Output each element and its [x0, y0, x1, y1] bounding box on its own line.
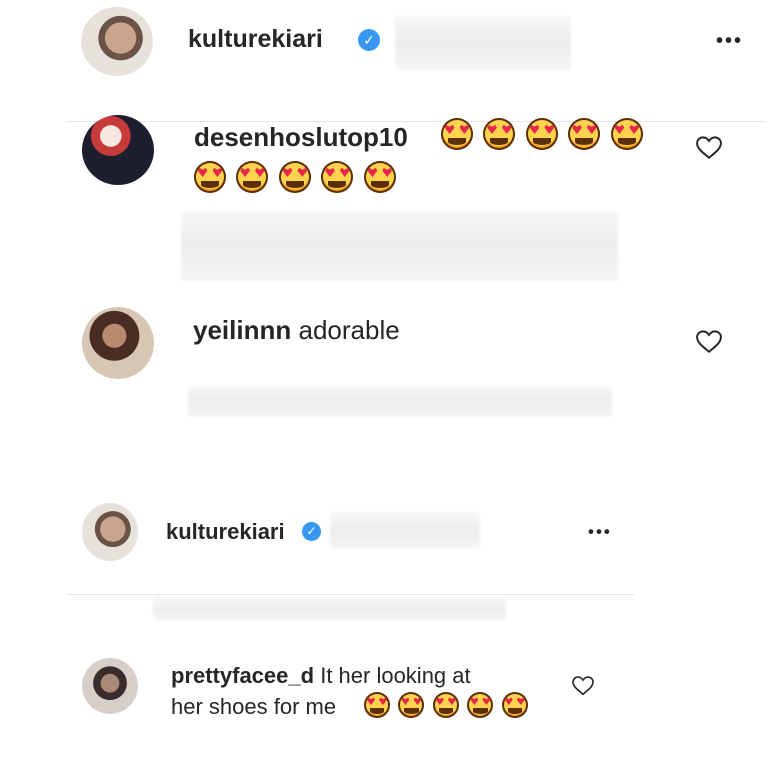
- avatar[interactable]: [81, 7, 153, 76]
- divider: [66, 594, 634, 595]
- comment-text: her shoes for me: [171, 694, 337, 719]
- heart-eyes-emoji: [321, 161, 354, 193]
- heart-outline-icon[interactable]: [696, 330, 722, 354]
- verified-check-icon: ✓: [358, 29, 380, 51]
- comment-username[interactable]: desenhoslutop10: [194, 122, 408, 153]
- comment-text-line: prettyfacee_d It her looking at: [171, 663, 471, 689]
- post-username[interactable]: kulturekiari: [166, 519, 285, 545]
- heart-eyes-emoji: [432, 692, 459, 718]
- comment-text-line: yeilinnn adorable: [193, 315, 400, 346]
- heart-eyes-emoji: [467, 692, 494, 718]
- heart-outline-icon[interactable]: [572, 676, 594, 696]
- heart-eyes-emoji: [441, 118, 473, 150]
- blurred-text: [181, 211, 618, 281]
- emoji-row: [441, 118, 661, 150]
- comment-text: It her looking at: [320, 663, 471, 688]
- blurred-text: [153, 597, 506, 620]
- avatar[interactable]: [82, 307, 154, 379]
- blurred-text: [188, 385, 612, 417]
- comment-username[interactable]: prettyfacee_d: [171, 663, 314, 688]
- heart-eyes-emoji: [501, 692, 528, 718]
- heart-eyes-emoji: [483, 118, 516, 150]
- avatar[interactable]: [82, 503, 138, 561]
- heart-eyes-emoji: [278, 161, 311, 193]
- heart-eyes-emoji: [568, 118, 601, 150]
- comment-text-line: her shoes for me: [171, 694, 336, 720]
- blurred-text: [395, 16, 571, 70]
- comment-username[interactable]: yeilinnn: [193, 315, 291, 345]
- heart-eyes-emoji: [610, 118, 643, 150]
- heart-outline-icon[interactable]: [696, 136, 722, 160]
- verified-check-icon: ✓: [302, 522, 321, 541]
- heart-eyes-emoji: [364, 692, 390, 718]
- divider: [66, 121, 766, 122]
- emoji-row: [364, 692, 544, 718]
- comment-text: adorable: [298, 315, 400, 345]
- post-username[interactable]: kulturekiari: [188, 25, 323, 54]
- emoji-row: [194, 161, 414, 193]
- more-options-icon[interactable]: •••: [716, 30, 743, 53]
- heart-eyes-emoji: [363, 161, 396, 193]
- blurred-text: [330, 512, 480, 548]
- heart-eyes-emoji: [236, 161, 269, 193]
- heart-eyes-emoji: [194, 161, 226, 193]
- more-options-icon[interactable]: •••: [588, 522, 612, 542]
- avatar[interactable]: [82, 115, 154, 185]
- heart-eyes-emoji: [525, 118, 558, 150]
- avatar[interactable]: [82, 658, 138, 714]
- heart-eyes-emoji: [398, 692, 425, 718]
